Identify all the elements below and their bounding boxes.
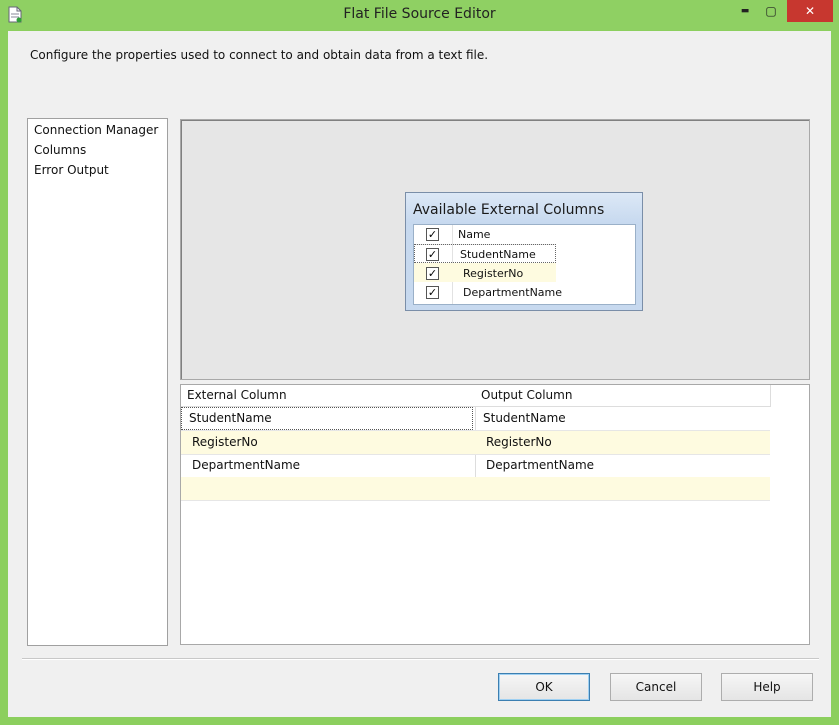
external-column-cell[interactable]: StudentName	[181, 407, 473, 430]
output-column-cell[interactable]: StudentName	[483, 407, 566, 430]
external-column-cell[interactable]: DepartmentName	[192, 454, 300, 477]
output-column-cell[interactable]: DepartmentName	[486, 454, 594, 477]
list-item[interactable]: ✓ RegisterNo	[414, 263, 556, 282]
column-checkbox-registerno[interactable]: ✓	[426, 267, 439, 280]
column-checkbox-departmentname[interactable]: ✓	[426, 286, 439, 299]
close-icon: ✕	[804, 4, 816, 18]
column-mapping-grid: External Column Output Column StudentNam…	[180, 384, 810, 645]
new-row[interactable]	[181, 477, 770, 501]
table-row[interactable]: RegisterNo RegisterNo	[181, 431, 770, 455]
instruction-text: Configure the properties used to connect…	[30, 48, 489, 62]
column-checkbox-studentname[interactable]: ✓	[426, 248, 439, 261]
available-columns-list: ✓ Name ✓ StudentName ✓ RegisterNo ✓ Depa…	[413, 224, 636, 305]
nav-list: Connection Manager Columns Error Output	[27, 118, 168, 646]
output-column-cell[interactable]: RegisterNo	[486, 431, 552, 454]
list-header-name: Name	[458, 228, 491, 241]
column-label: RegisterNo	[463, 267, 524, 280]
dialog-client: Configure the properties used to connect…	[8, 31, 831, 717]
header-external-column[interactable]: External Column	[181, 385, 478, 407]
dialog-window: Flat File Source Editor ▬ ▢ ✕ Configure …	[0, 0, 839, 725]
minimize-icon: ▬	[740, 6, 750, 16]
cancel-button[interactable]: Cancel	[610, 673, 702, 701]
list-item[interactable]: ✓ DepartmentName	[414, 282, 562, 301]
column-label: StudentName	[460, 248, 536, 261]
column-label: DepartmentName	[463, 286, 563, 299]
window-title: Flat File Source Editor	[343, 6, 496, 22]
footer-separator	[22, 658, 819, 660]
select-all-checkbox[interactable]: ✓	[426, 228, 439, 241]
columns-preview-area: Available External Columns ✓ Name ✓ Stud…	[180, 119, 810, 380]
list-item[interactable]: ✓ StudentName	[414, 244, 556, 263]
available-columns-panel: Available External Columns ✓ Name ✓ Stud…	[405, 192, 643, 311]
title-bar[interactable]: Flat File Source Editor ▬ ▢ ✕	[0, 0, 839, 30]
nav-item-connection-manager[interactable]: Connection Manager	[34, 123, 158, 137]
help-button[interactable]: Help	[721, 673, 813, 701]
table-row[interactable]: DepartmentName DepartmentName	[181, 454, 770, 478]
external-column-cell[interactable]: RegisterNo	[192, 431, 258, 454]
close-button[interactable]: ✕	[787, 0, 833, 22]
nav-item-error-output[interactable]: Error Output	[34, 163, 109, 177]
minimize-button[interactable]: ▬	[732, 0, 758, 22]
table-row[interactable]: StudentName StudentName	[181, 407, 770, 431]
maximize-button[interactable]: ▢	[758, 0, 784, 22]
available-columns-title: Available External Columns	[413, 202, 605, 218]
maximize-icon: ▢	[765, 4, 777, 18]
list-header-row: ✓ Name	[414, 225, 556, 245]
ok-button[interactable]: OK	[498, 673, 590, 701]
header-output-column[interactable]: Output Column	[476, 385, 771, 407]
nav-item-columns[interactable]: Columns	[34, 143, 86, 157]
